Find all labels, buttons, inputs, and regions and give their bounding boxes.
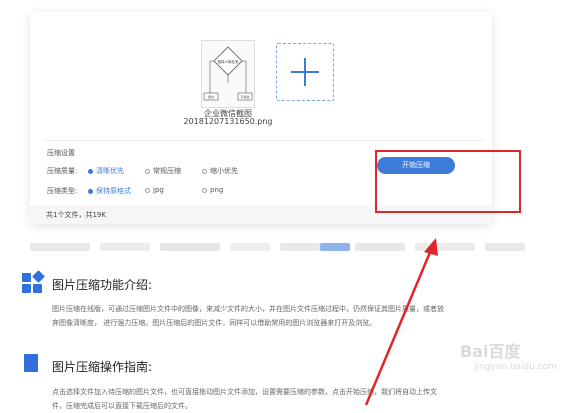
watermark-url: jingyan.baidu.com xyxy=(474,362,558,372)
watermark-logo: Bai百度 xyxy=(460,342,521,361)
